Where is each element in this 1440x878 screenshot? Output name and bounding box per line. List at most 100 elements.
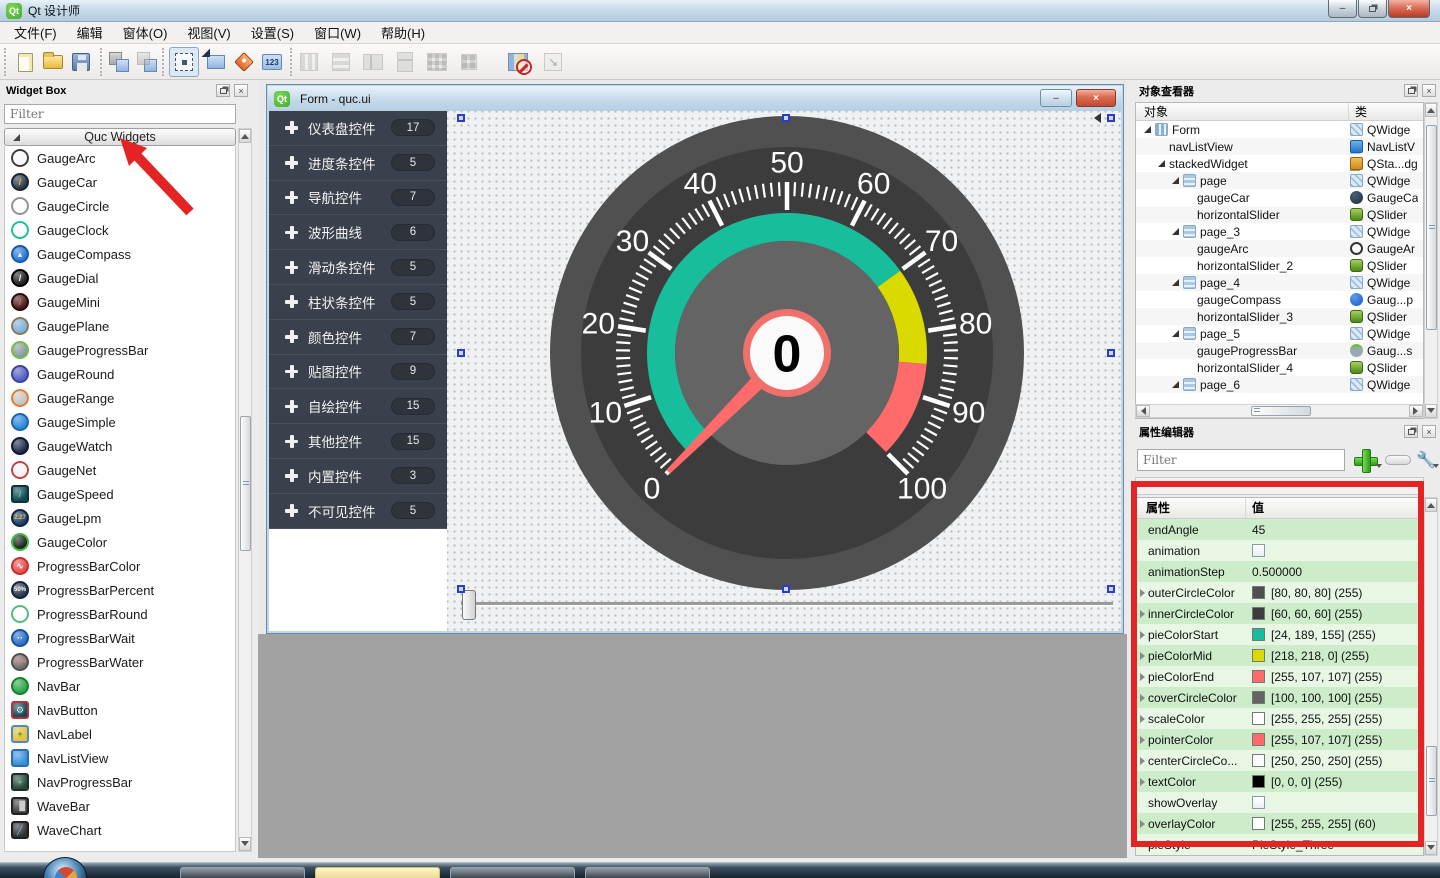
widget-box-item-gaugeprogressbar[interactable]: GaugeProgressBar [5, 338, 235, 362]
property-vscrollbar[interactable] [1424, 497, 1438, 856]
menu-item-1[interactable]: 编辑 [67, 20, 113, 45]
edit-buddies-button[interactable] [231, 49, 257, 75]
object-tree-row-stackedWidget[interactable]: stackedWidgetQSta...dg [1136, 155, 1423, 172]
property-value-cell[interactable]: [100, 100, 100] (255) [1246, 691, 1382, 705]
scroll-up-button[interactable] [1425, 103, 1437, 117]
property-value-cell[interactable]: 0.500000 [1246, 565, 1302, 579]
property-row-outerCircleColor[interactable]: outerCircleColor[80, 80, 80] (255) [1136, 582, 1423, 603]
layout-vertical-button[interactable] [328, 49, 354, 75]
property-value-cell[interactable]: [80, 80, 80] (255) [1246, 586, 1362, 600]
checkbox-unchecked[interactable] [1252, 544, 1265, 557]
property-value-cell[interactable]: [255, 255, 255] (60) [1246, 817, 1376, 831]
restore-button[interactable] [1358, 0, 1387, 18]
property-row-pointerColor[interactable]: pointerColor[255, 107, 107] (255) [1136, 729, 1423, 750]
property-value-cell[interactable]: PieStyle_Three [1246, 838, 1334, 852]
expanded-icon[interactable] [1172, 279, 1179, 286]
nav-item-1[interactable]: 进度条控件5 [269, 146, 447, 181]
nav-item-11[interactable]: 不可见控件5 [269, 494, 447, 529]
widget-box-item-navbutton[interactable]: ⚙NavButton [5, 698, 235, 722]
nav-item-3[interactable]: 波形曲线6 [269, 215, 447, 250]
object-tree-row-page_4[interactable]: page_4QWidge [1136, 274, 1423, 291]
horizontal-slider-handle[interactable] [462, 590, 476, 620]
scrollbar-thumb[interactable] [1426, 125, 1437, 330]
start-button[interactable] [43, 857, 87, 878]
taskbar-button-3[interactable] [450, 867, 575, 878]
save-form-button[interactable] [68, 49, 94, 75]
widget-box-item-gaugecompass[interactable]: ▴GaugeCompass [5, 242, 235, 266]
property-row-pieColorStart[interactable]: pieColorStart[24, 189, 155] (255) [1136, 624, 1423, 645]
expanded-icon[interactable] [1172, 330, 1179, 337]
widget-box-item-gaugerange[interactable]: GaugeRange [5, 386, 235, 410]
scroll-down-button[interactable] [1425, 841, 1437, 855]
object-tree-row-horizontalSlider_2[interactable]: horizontalSlider_2QSlider [1136, 257, 1423, 274]
selection-handle-top-right[interactable] [1107, 114, 1115, 122]
scroll-down-button[interactable] [1425, 404, 1437, 418]
object-tree-row-page[interactable]: pageQWidge [1136, 172, 1423, 189]
overlap-squares-button-2[interactable] [134, 49, 160, 75]
taskbar-button-1[interactable] [180, 867, 305, 878]
menu-item-2[interactable]: 窗体(O) [113, 20, 178, 45]
stacked-prev-page-icon[interactable] [1089, 113, 1101, 123]
object-tree-row-horizontalSlider_4[interactable]: horizontalSlider_4QSlider [1136, 359, 1423, 376]
column-value[interactable]: 值 [1246, 498, 1264, 518]
selection-handle-top-center[interactable] [782, 114, 790, 122]
widget-box-item-gaugemini[interactable]: /GaugeMini [5, 290, 235, 314]
property-row-animation[interactable]: animation [1136, 540, 1423, 561]
taskbar-button-2[interactable] [315, 867, 440, 878]
widget-box-item-gaugecar[interactable]: /GaugeCar [5, 170, 235, 194]
edit-tab-order-button[interactable]: 123 [259, 49, 285, 75]
break-layout-button[interactable] [505, 49, 531, 75]
float-panel-button[interactable] [1404, 84, 1418, 97]
property-row-pieStyle[interactable]: pieStylePieStyle_Three [1136, 834, 1423, 855]
close-button[interactable]: × [1388, 0, 1430, 18]
widget-box-item-gaugedial[interactable]: /GaugeDial [5, 266, 235, 290]
nav-item-10[interactable]: 内置控件3 [269, 459, 447, 494]
scroll-left-button[interactable] [1136, 405, 1150, 417]
form-minimize-button[interactable]: – [1040, 89, 1072, 107]
nav-item-6[interactable]: 颜色控件7 [269, 320, 447, 355]
widget-box-item-navlabel[interactable]: +NavLabel [5, 722, 235, 746]
widget-box-item-progressbarround[interactable]: ProgressBarRound [5, 602, 235, 626]
widget-box-item-gaugecolor[interactable]: GaugeColor [5, 530, 235, 554]
overlap-squares-button-1[interactable] [106, 49, 132, 75]
widget-filter-input[interactable] [4, 104, 236, 124]
property-row-pieColorEnd[interactable]: pieColorEnd[255, 107, 107] (255) [1136, 666, 1423, 687]
layout-horizontal-splitter-button[interactable] [360, 49, 386, 75]
nav-item-7[interactable]: 贴图控件9 [269, 355, 447, 390]
nav-item-2[interactable]: 导航控件7 [269, 181, 447, 216]
property-filter-input[interactable] [1137, 449, 1345, 471]
taskbar-button-4[interactable] [585, 867, 710, 878]
layout-grid-button[interactable] [424, 49, 450, 75]
widget-box-item-gaugenet[interactable]: GaugeNet [5, 458, 235, 482]
property-value-cell[interactable]: [0, 0, 0] (255) [1246, 775, 1342, 789]
scroll-up-button[interactable] [1425, 498, 1437, 512]
nav-item-4[interactable]: 滑动条控件5 [269, 250, 447, 285]
property-value-cell[interactable]: [24, 189, 155] (255) [1246, 628, 1376, 642]
widget-box-item-progressbarpercent[interactable]: 50%ProgressBarPercent [5, 578, 235, 602]
widget-box-item-navbar[interactable]: NavBar [5, 674, 235, 698]
property-row-coverCircleColor[interactable]: coverCircleColor[100, 100, 100] (255) [1136, 687, 1423, 708]
gauge-arc-widget[interactable]: 01020304050607080901000 [547, 113, 1027, 593]
property-value-cell[interactable]: [250, 250, 250] (255) [1246, 754, 1382, 768]
object-tree-row-page_6[interactable]: page_6QWidge [1136, 376, 1423, 393]
property-row-scaleColor[interactable]: scaleColor[255, 255, 255] (255) [1136, 708, 1423, 729]
selection-handle-bottom-right[interactable] [1107, 585, 1115, 593]
column-object[interactable]: 对象 [1136, 103, 1349, 120]
widget-box-item-gaugearc[interactable]: GaugeArc [5, 146, 235, 170]
column-property[interactable]: 属性 [1136, 498, 1246, 518]
widget-box-item-progressbarwater[interactable]: 74%ProgressBarWater [5, 650, 235, 674]
open-form-button[interactable] [40, 49, 66, 75]
close-panel-button[interactable]: × [1422, 425, 1436, 438]
minimize-button[interactable]: – [1328, 0, 1357, 18]
widget-box-item-gaugewatch[interactable]: GaugeWatch [5, 434, 235, 458]
add-dynamic-property-button[interactable] [1350, 447, 1380, 473]
menu-item-4[interactable]: 设置(S) [241, 20, 304, 45]
column-class[interactable]: 类 [1349, 103, 1367, 120]
widget-box-item-wavebar[interactable]: ▕▊WaveBar [5, 794, 235, 818]
property-value-cell[interactable]: 45 [1246, 523, 1265, 537]
property-row-innerCircleColor[interactable]: innerCircleColor[60, 60, 60] (255) [1136, 603, 1423, 624]
widget-category-header[interactable]: Quc Widgets [4, 128, 236, 146]
widget-box-item-progressbarcolor[interactable]: ∿ProgressBarColor [5, 554, 235, 578]
layout-form-button[interactable] [456, 49, 482, 75]
float-panel-button[interactable] [216, 84, 230, 97]
